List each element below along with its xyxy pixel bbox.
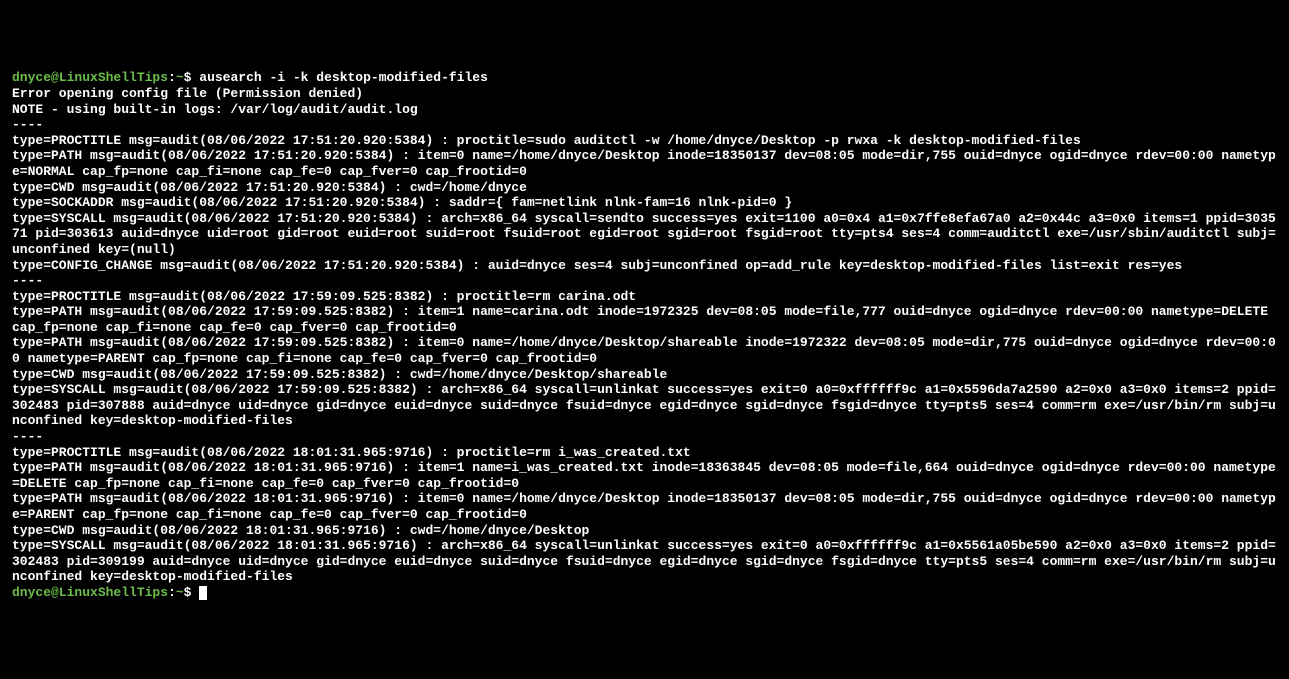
- output-line: type=PATH msg=audit(08/06/2022 17:59:09.…: [12, 335, 1276, 366]
- prompt-dollar: $: [184, 70, 200, 85]
- prompt-dollar: $: [184, 585, 200, 600]
- output-line: type=PATH msg=audit(08/06/2022 17:51:20.…: [12, 148, 1276, 179]
- prompt-path: ~: [176, 70, 184, 85]
- terminal-window[interactable]: dnyce@LinuxShellTips:~$ ausearch -i -k d…: [12, 70, 1277, 600]
- output-line: type=PROCTITLE msg=audit(08/06/2022 18:0…: [12, 445, 691, 460]
- output-separator: ----: [12, 429, 43, 444]
- output-separator: ----: [12, 117, 43, 132]
- prompt-sep: :: [168, 585, 176, 600]
- output-line: type=SYSCALL msg=audit(08/06/2022 17:51:…: [12, 211, 1276, 257]
- output-line: type=PATH msg=audit(08/06/2022 18:01:31.…: [12, 460, 1276, 491]
- output-line: type=CONFIG_CHANGE msg=audit(08/06/2022 …: [12, 258, 1182, 273]
- output-line: Error opening config file (Permission de…: [12, 86, 363, 101]
- command-text: ausearch -i -k desktop-modified-files: [199, 70, 488, 85]
- output-separator: ----: [12, 273, 43, 288]
- output-line: type=PATH msg=audit(08/06/2022 17:59:09.…: [12, 304, 1276, 335]
- output-line: type=SYSCALL msg=audit(08/06/2022 17:59:…: [12, 382, 1276, 428]
- output-line: NOTE - using built-in logs: /var/log/aud…: [12, 102, 418, 117]
- output-line: type=CWD msg=audit(08/06/2022 17:51:20.9…: [12, 180, 527, 195]
- prompt-userhost: dnyce@LinuxShellTips: [12, 585, 168, 600]
- prompt-userhost: dnyce@LinuxShellTips: [12, 70, 168, 85]
- prompt-sep: :: [168, 70, 176, 85]
- output-line: type=CWD msg=audit(08/06/2022 18:01:31.9…: [12, 523, 589, 538]
- output-line: type=CWD msg=audit(08/06/2022 17:59:09.5…: [12, 367, 667, 382]
- output-line: type=PROCTITLE msg=audit(08/06/2022 17:5…: [12, 289, 636, 304]
- output-line: type=PROCTITLE msg=audit(08/06/2022 17:5…: [12, 133, 1081, 148]
- output-line: type=SYSCALL msg=audit(08/06/2022 18:01:…: [12, 538, 1276, 584]
- output-line: type=PATH msg=audit(08/06/2022 18:01:31.…: [12, 491, 1276, 522]
- cursor-icon: [199, 586, 207, 600]
- prompt-path: ~: [176, 585, 184, 600]
- output-line: type=SOCKADDR msg=audit(08/06/2022 17:51…: [12, 195, 792, 210]
